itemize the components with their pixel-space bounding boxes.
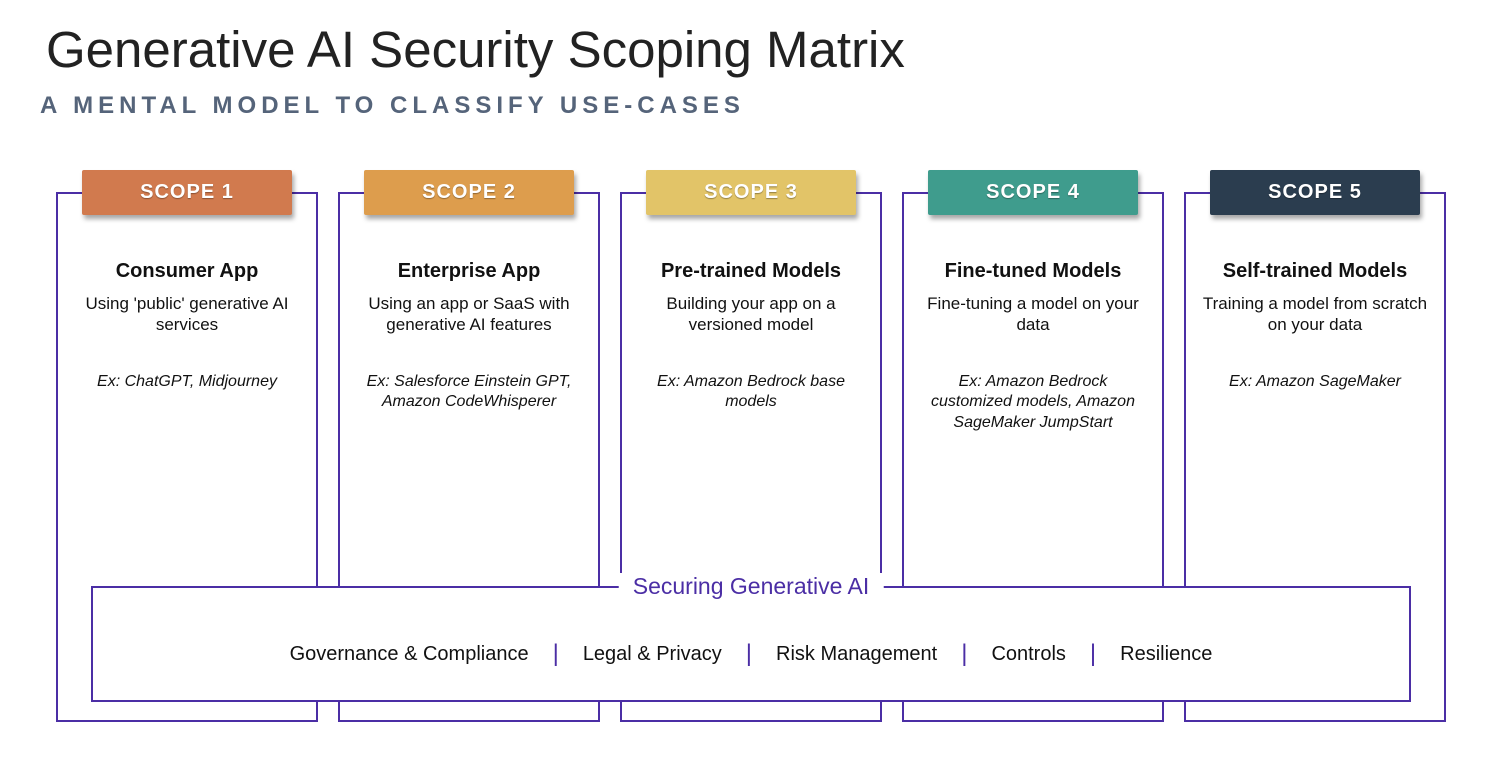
scope-4-example: Ex: Amazon Bedrock customized models, Am…	[918, 372, 1148, 434]
scope-1-desc: Using 'public' generative AI services	[72, 293, 302, 336]
scope-2-badge: SCOPE 2	[364, 170, 574, 215]
separator-icon: |	[553, 642, 559, 666]
scope-4-desc: Fine-tuning a model on your data	[918, 293, 1148, 336]
scope-3-name: Pre-trained Models	[636, 260, 866, 283]
securing-item-risk: Risk Management	[776, 643, 937, 666]
scope-2-example: Ex: Salesforce Einstein GPT, Amazon Code…	[354, 372, 584, 414]
separator-icon: |	[961, 642, 967, 666]
page-subtitle: A MENTAL MODEL TO CLASSIFY USE-CASES	[40, 92, 745, 120]
scope-1-name: Consumer App	[72, 260, 302, 283]
securing-item-legal: Legal & Privacy	[583, 643, 722, 666]
page-title: Generative AI Security Scoping Matrix	[46, 20, 905, 79]
securing-ai-items: Governance & Compliance | Legal & Privac…	[93, 642, 1409, 666]
scope-5-example: Ex: Amazon SageMaker	[1200, 372, 1430, 393]
scope-2-desc: Using an app or SaaS with generative AI …	[354, 293, 584, 336]
scope-3-example: Ex: Amazon Bedrock base models	[636, 372, 866, 414]
scope-2-name: Enterprise App	[354, 260, 584, 283]
separator-icon: |	[746, 642, 752, 666]
securing-item-controls: Controls	[991, 643, 1065, 666]
scope-5-desc: Training a model from scratch on your da…	[1200, 293, 1430, 336]
scope-5-badge: SCOPE 5	[1210, 170, 1420, 215]
scope-3-desc: Building your app on a versioned model	[636, 293, 866, 336]
separator-icon: |	[1090, 642, 1096, 666]
scoping-matrix-diagram: SCOPE 1 Consumer App Using 'public' gene…	[56, 168, 1446, 728]
scope-1-example: Ex: ChatGPT, Midjourney	[72, 372, 302, 393]
securing-ai-title: Securing Generative AI	[619, 573, 884, 600]
securing-ai-box: Securing Generative AI Governance & Comp…	[91, 586, 1411, 702]
scope-4-name: Fine-tuned Models	[918, 260, 1148, 283]
scope-4-badge: SCOPE 4	[928, 170, 1138, 215]
scope-5-name: Self-trained Models	[1200, 260, 1430, 283]
scope-3-badge: SCOPE 3	[646, 170, 856, 215]
scope-1-badge: SCOPE 1	[82, 170, 292, 215]
securing-item-governance: Governance & Compliance	[290, 643, 529, 666]
securing-item-resilience: Resilience	[1120, 643, 1212, 666]
